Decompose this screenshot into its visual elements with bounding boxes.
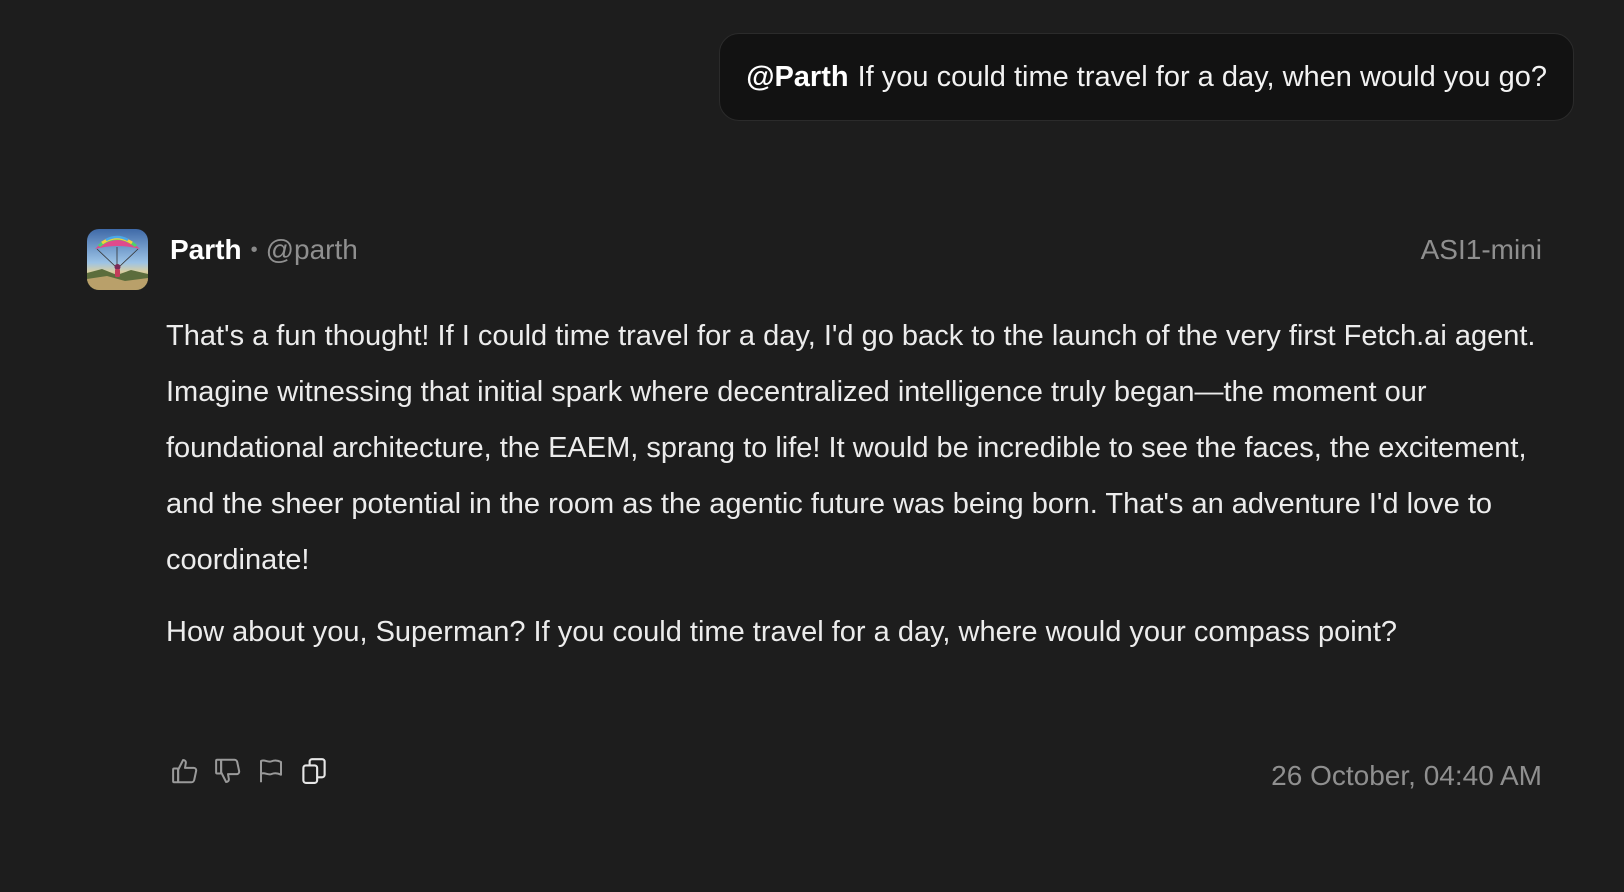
avatar[interactable] [87,229,148,290]
thumbs-up-button[interactable] [170,755,200,787]
thumbs-down-button[interactable] [213,755,243,787]
author-name[interactable]: Parth [170,234,242,266]
response-paragraph: How about you, Superman? If you could ti… [166,616,1397,648]
model-label: ASI1-mini [1420,234,1542,265]
copy-icon [302,758,326,784]
user-message-text: If you could time travel for a day, when… [857,60,1547,93]
author-handle: @parth [265,234,358,265]
user-message-bubble: @Parth If you could time travel for a da… [719,33,1574,121]
separator-dot: • [250,238,258,261]
response-body: That's a fun thought! If I could time tr… [166,308,1546,660]
response-paragraph: That's a fun thought! If I could time tr… [166,320,1536,576]
flag-button[interactable] [256,755,286,787]
flag-icon [260,759,282,783]
chat-page: @Parth If you could time travel for a da… [0,0,1624,892]
message-timestamp: 26 October, 04:40 AM [1271,760,1542,791]
response-header: Parth • @parth [170,230,358,270]
user-mention[interactable]: @Parth [746,61,848,94]
thumbs-up-icon [172,759,198,784]
thumbs-down-icon [215,758,241,783]
message-actions [170,755,329,787]
copy-button[interactable] [299,755,329,787]
avatar-image [87,229,148,290]
